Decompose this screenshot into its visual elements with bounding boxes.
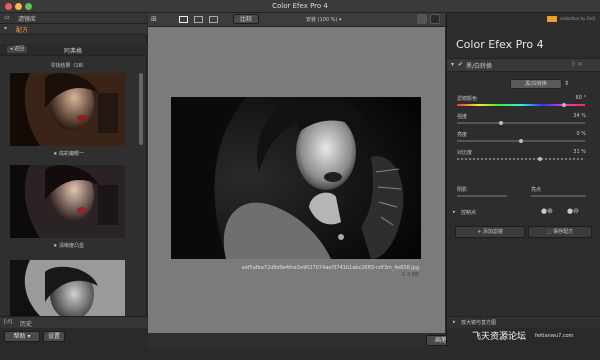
- filter-name: 黑/白转换: [466, 63, 493, 70]
- control-points-label: 控制点: [461, 210, 477, 216]
- recipes-icon: ▾: [4, 25, 8, 32]
- thumbnail-caption: ★ 清晰度凸显: [52, 243, 85, 249]
- portrait-thumbnail-image: [10, 260, 125, 316]
- results-title: 寻找结果（18）: [50, 63, 87, 69]
- contrast-slider-knob[interactable]: [537, 157, 542, 161]
- portrait-image: [171, 97, 421, 259]
- highlights-label: 亮点: [531, 187, 542, 193]
- split-view-icon[interactable]: [194, 16, 203, 23]
- thumbnail-caption: ★ 炫彩魔眼一: [52, 151, 85, 157]
- strength-label: 强度: [457, 114, 468, 120]
- remove-control-point-icon[interactable]: ●⊖: [567, 207, 579, 215]
- single-view-icon[interactable]: [179, 16, 188, 23]
- save-recipe-label: 保存配方: [553, 229, 574, 235]
- center-bottom-bar: 画笔: [148, 333, 456, 347]
- strength-slider-knob[interactable]: [499, 121, 504, 125]
- strength-value: 34 %: [573, 113, 586, 119]
- plus-icon: +: [477, 229, 482, 235]
- back-button[interactable]: ◂ 返回: [7, 46, 28, 53]
- image-filename: aef5afba72d8d9e4fce2e9027074aef3741b1abc…: [241, 265, 419, 271]
- filter-color-label: 滤镜颜色: [457, 96, 478, 102]
- watermark-site-name: 飞天资源论坛: [472, 332, 527, 342]
- filter-method-dropdown[interactable]: 黑/白转换: [510, 79, 562, 89]
- left-bottom-bar: 帮助 ▾ 设置: [0, 328, 147, 360]
- app-title: Color Efex Pro 4: [456, 38, 544, 51]
- contrast-slider[interactable]: [457, 158, 585, 160]
- filter-method-value: 黑/白转换: [525, 81, 547, 87]
- brightness-slider-knob[interactable]: [519, 139, 523, 143]
- strength-slider[interactable]: [457, 122, 585, 124]
- save-recipe-button[interactable]: ⬚ 保存配方: [528, 226, 592, 238]
- recipe-nav: ◂ 返回 阿弗格: [0, 44, 147, 56]
- image-size: 0.3 MP: [402, 272, 419, 278]
- app-title-name: Color Efex Pro: [456, 38, 534, 51]
- preview-image[interactable]: [171, 97, 421, 259]
- nik-logo: [547, 16, 557, 22]
- expand-icon: ▸: [453, 319, 456, 325]
- filter-menu-icon[interactable]: ⠿ ✕: [571, 61, 582, 68]
- add-control-point-icon[interactable]: ●⊕: [541, 207, 553, 215]
- zoom-selector[interactable]: 安装 (100 %) ▾: [306, 16, 341, 23]
- title-bar: Color Efex Pro 4: [0, 0, 600, 13]
- recipe-thumbnail[interactable]: [10, 165, 125, 238]
- add-filter-label: 添加滤镜: [482, 229, 503, 235]
- thumbnail-scrollbar[interactable]: [139, 73, 143, 145]
- brightness-value: 0 %: [576, 131, 586, 137]
- brightness-label: 亮度: [457, 132, 468, 138]
- recipes-tab-label: 配方: [16, 27, 29, 34]
- collapse-icon[interactable]: ▾: [451, 61, 454, 68]
- filter-color-slider-knob[interactable]: [562, 103, 567, 107]
- recipes-tab[interactable]: ▾ 配方: [0, 24, 147, 35]
- compare-button[interactable]: 比较: [233, 14, 259, 24]
- recipe-thumbnail[interactable]: [10, 73, 125, 146]
- zoom-label: 安装 (100 %): [306, 17, 338, 23]
- side-by-side-view-icon[interactable]: [209, 16, 218, 23]
- add-filter-button[interactable]: + 添加滤镜: [455, 226, 525, 238]
- left-panel: ▭ 滤镜库 ▾ 配方 ◂ 返回 阿弗格 寻找结果（18） ★ 炫彩魔眼一 ★ 清…: [0, 13, 147, 360]
- settings-button[interactable]: 设置: [43, 331, 65, 342]
- contrast-value: 31 %: [573, 149, 586, 155]
- filter-header[interactable]: ▾ ✔ 黑/白转换 ⠿ ✕: [447, 58, 600, 72]
- background-light-icon[interactable]: [417, 14, 427, 24]
- app-title-version: 4: [536, 38, 544, 51]
- panel-toggle-icon[interactable]: ⊞: [151, 15, 157, 23]
- shadows-slider[interactable]: [457, 195, 507, 197]
- recipe-thumbnail[interactable]: [10, 260, 125, 316]
- dropdown-arrow-icon[interactable]: ⇕: [564, 80, 569, 87]
- watermark-site-url: feitianwu7.com: [535, 333, 574, 339]
- window-title: Color Efex Pro 4: [272, 2, 328, 10]
- history-icon: [↺]: [4, 319, 13, 325]
- help-button-label: 帮助: [13, 333, 26, 340]
- filters-tab-label: 滤镜库: [18, 16, 37, 23]
- loupe-label: 放大镜与直方图: [461, 320, 497, 326]
- help-button[interactable]: 帮助 ▾: [4, 331, 40, 342]
- chevron-down-icon: ▾: [27, 333, 31, 340]
- highlights-slider[interactable]: [531, 195, 586, 197]
- filters-icon: ▭: [4, 14, 10, 21]
- save-icon: ⬚: [546, 229, 552, 235]
- contrast-label: 对比度: [457, 150, 473, 156]
- back-button-label: 返回: [14, 46, 25, 52]
- collection-credit: collection by DxO: [560, 16, 596, 21]
- expand-icon[interactable]: ▸: [453, 209, 456, 215]
- filters-tab[interactable]: ▭ 滤镜库: [0, 13, 147, 24]
- history-label: 历史: [20, 321, 33, 328]
- preview-toolbar: ⊞ 比较 安装 (100 %) ▾: [148, 13, 445, 27]
- shadows-label: 阴影: [457, 187, 468, 193]
- portrait-thumbnail-image: [10, 165, 125, 238]
- recipe-nav-title: 阿弗格: [64, 48, 83, 55]
- portrait-thumbnail-image: [10, 73, 125, 146]
- chevron-down-icon: ▾: [338, 17, 342, 23]
- right-panel: collection by DxO Color Efex Pro 4 ▾ ✔ 黑…: [446, 13, 600, 347]
- background-dark-icon[interactable]: [430, 14, 440, 24]
- enable-checkbox[interactable]: ✔: [458, 61, 463, 68]
- preview-area: ⊞ 比较 安装 (100 %) ▾ aef5afba72d8d9e4fce2e9…: [148, 13, 456, 347]
- filter-color-value: 60 °: [575, 95, 586, 101]
